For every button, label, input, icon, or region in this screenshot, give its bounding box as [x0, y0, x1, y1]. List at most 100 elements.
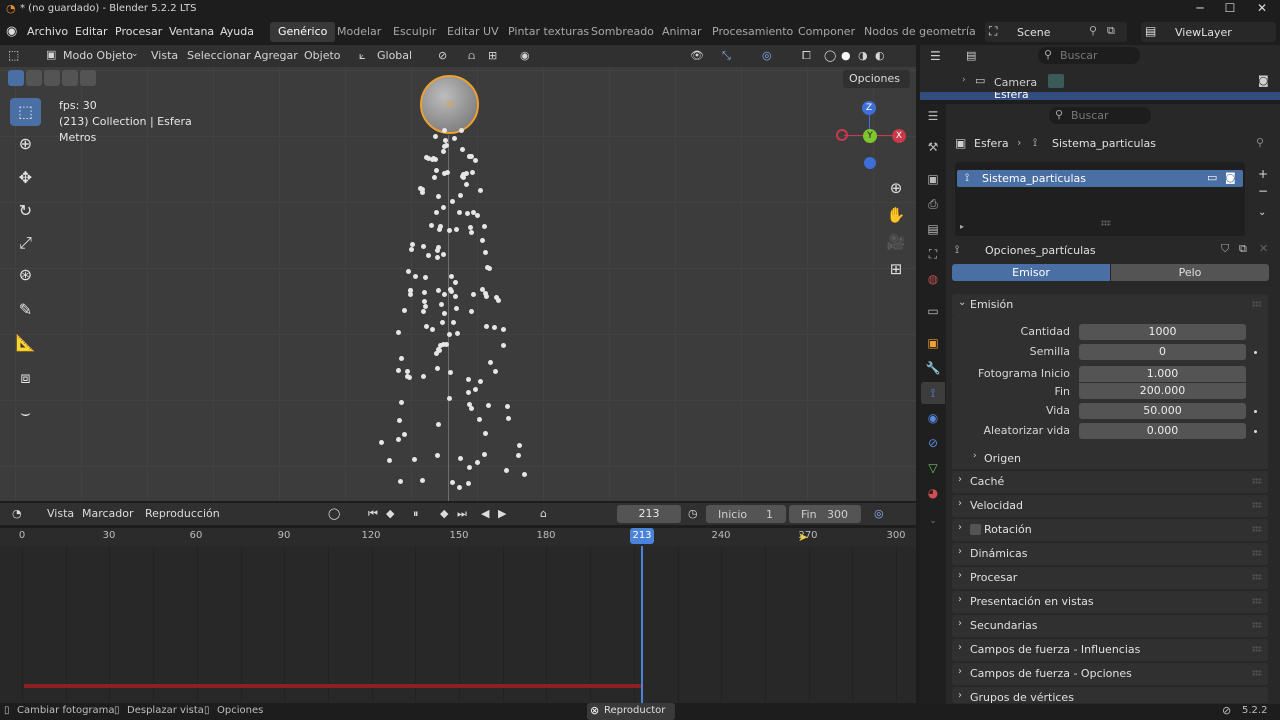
menu-objeto[interactable]: Objeto	[304, 49, 341, 62]
more-tabs-icon[interactable]: ⌄	[924, 512, 942, 530]
panel-emision-header[interactable]: ⌄ Emisión	[952, 294, 1268, 316]
drag-handle-icon[interactable]	[1252, 670, 1262, 676]
neg-x-axis-button[interactable]	[836, 129, 848, 141]
drag-handle-icon[interactable]	[1252, 646, 1262, 652]
tab-nodos-geometria[interactable]: Nodos de geometría	[856, 22, 984, 42]
menu-editar[interactable]: Editar	[75, 25, 108, 38]
cantidad-field[interactable]: 1000	[1079, 324, 1246, 340]
zoom-icon[interactable]: ⊕	[884, 176, 908, 200]
collection-tab-icon[interactable]: ▭	[924, 302, 942, 320]
animate-property-icon[interactable]	[1254, 410, 1257, 413]
frame-end-field[interactable]: 200.000	[1079, 383, 1246, 399]
particle-settings-icon[interactable]: ⟟	[955, 243, 959, 257]
current-frame-field[interactable]: 213	[617, 505, 681, 523]
timeline-body[interactable]	[0, 546, 916, 704]
sphere-object[interactable]	[420, 75, 479, 134]
drag-handle-icon[interactable]	[1252, 502, 1262, 508]
scene-selector[interactable]: ⛶ Scene ⚲ ⧉	[985, 22, 1127, 42]
list-menu-icon[interactable]: ⌄	[1258, 207, 1266, 218]
panel-grupos-vertices-header[interactable]: › Grupos de vértices	[952, 687, 1268, 703]
tab-componer[interactable]: Componer	[790, 22, 863, 42]
timeline-editor-icon[interactable]: ◔	[12, 507, 22, 520]
cancel-icon[interactable]: ⊗	[590, 704, 599, 717]
step-forward-icon[interactable]: ▶	[498, 507, 506, 520]
jump-keyframe-back-icon[interactable]: ◆	[386, 507, 394, 520]
options-dropdown[interactable]: Opciones	[843, 70, 910, 88]
close-icon[interactable]: ✕	[1247, 1, 1277, 18]
panel-rotacion-header[interactable]: › Rotación	[952, 519, 1268, 541]
playback-report[interactable]: ⊗ Reproductor ...	[587, 703, 675, 720]
properties-search[interactable]: ⚲ Buscar	[1049, 107, 1151, 124]
outliner-row[interactable]: › ▭ Camera ◙	[920, 73, 1280, 91]
material-tab-icon[interactable]: ◕	[924, 484, 942, 502]
unlink-icon[interactable]: ✕	[1259, 242, 1268, 255]
minimize-icon[interactable]: ─	[1185, 1, 1215, 18]
timeline-overlay-icon[interactable]: ◎	[874, 507, 884, 520]
view-layer-selector[interactable]: ▤ ViewLayer	[1141, 22, 1276, 42]
panel-procesar-header[interactable]: › Procesar	[952, 567, 1268, 589]
tab-procesamiento[interactable]: Procesamiento	[704, 22, 801, 42]
constraints-tab-icon[interactable]: ⊘	[924, 434, 942, 452]
playhead-line[interactable]	[641, 546, 643, 704]
timeline-menu-marcador[interactable]: Marcador	[82, 507, 134, 520]
neg-z-axis-button[interactable]	[864, 157, 876, 169]
tool-tab-icon[interactable]: ⚒	[924, 138, 942, 156]
animate-property-icon[interactable]	[1254, 430, 1257, 433]
snap-icon[interactable]: ⩍	[468, 49, 475, 63]
outliner-editor-icon[interactable]: ☰	[930, 49, 941, 63]
tab-generico[interactable]: Genérico	[270, 22, 336, 42]
expand-icon[interactable]: ▸	[960, 222, 964, 231]
world-tab-icon[interactable]: ◍	[924, 270, 942, 288]
scale-tool[interactable]: ⤢	[10, 229, 41, 257]
menu-vista[interactable]: Vista	[151, 49, 178, 62]
rotation-checkbox[interactable]	[970, 524, 981, 535]
pin-icon[interactable]: ⚲	[1089, 24, 1097, 37]
properties-editor-icon[interactable]: ☰	[924, 107, 942, 125]
select-new-icon[interactable]	[8, 70, 24, 86]
drag-handle-icon[interactable]	[1252, 574, 1262, 580]
record-icon[interactable]: ◯	[328, 507, 340, 520]
particle-system-item[interactable]: ⟟ Sistema_particulas ▭ ◙	[957, 170, 1243, 187]
jump-start-icon[interactable]: ⏮	[368, 507, 378, 521]
menu-seleccionar[interactable]: Seleccionar	[187, 49, 251, 62]
playhead-frame-badge[interactable]: 213	[630, 528, 654, 544]
drag-handle-icon[interactable]	[1252, 598, 1262, 604]
viewport-display-icon[interactable]: ▭	[1207, 171, 1217, 184]
add-icon[interactable]: +	[1258, 167, 1268, 181]
display-mode-icon[interactable]: ▤	[966, 49, 976, 62]
drag-handle-icon[interactable]	[1252, 622, 1262, 628]
overlay-toggle-icon[interactable]: ◎	[762, 49, 772, 62]
jump-keyframe-forward-icon[interactable]: ◆	[440, 507, 448, 520]
gizmo-toggle-icon[interactable]: ⤡	[722, 49, 731, 63]
panel-cache-header[interactable]: › Caché	[952, 471, 1268, 493]
cursor-tool[interactable]: ⊕	[10, 130, 41, 158]
select-subtract-icon[interactable]	[44, 70, 60, 86]
transform-tool[interactable]: ⊛	[10, 261, 41, 289]
camera-view-icon[interactable]: 🎥	[884, 230, 908, 254]
panel-secundarias-header[interactable]: › Secundarias	[952, 615, 1268, 637]
drag-handle-icon[interactable]	[1252, 550, 1262, 556]
timeline-menu-reproduccion[interactable]: Reproducción	[145, 507, 220, 520]
xray-icon[interactable]: ⧠	[802, 49, 811, 63]
mode-selector[interactable]: Modo Objeto	[63, 49, 133, 62]
panel-presentacion-header[interactable]: › Presentación en vistas	[952, 591, 1268, 613]
drag-handle-icon[interactable]	[1252, 301, 1262, 307]
jump-end-icon[interactable]: ⏭	[457, 507, 467, 521]
menu-ayuda[interactable]: Ayuda	[220, 25, 254, 38]
physics-tab-icon[interactable]: ◉	[924, 409, 942, 427]
tab-esculpir[interactable]: Esculpir	[385, 22, 444, 42]
3d-viewport[interactable]: fps: 30 (213) Collection | Esfera Metros…	[0, 45, 916, 501]
subpanel-origen[interactable]: Origen	[984, 452, 1021, 465]
animate-property-icon[interactable]	[1254, 351, 1257, 354]
breadcrumb-object[interactable]: Esfera	[974, 137, 1009, 150]
add-cube-tool[interactable]: ⧈	[10, 364, 41, 392]
particles-tab-icon[interactable]: ⟟	[924, 384, 942, 402]
editor-type-icon[interactable]: ⬚	[8, 48, 19, 62]
panel-dinamicas-header[interactable]: › Dinámicas	[952, 543, 1268, 565]
menu-ventana[interactable]: Ventana	[169, 25, 214, 38]
modifier-tab-icon[interactable]: 🔧	[924, 359, 942, 377]
output-tab-icon[interactable]: ⎙	[924, 195, 942, 213]
pin-icon[interactable]: ⚲	[1256, 136, 1264, 149]
navigation-gizmo[interactable]: Z Y X	[836, 101, 906, 171]
tab-sombreado[interactable]: Sombreado	[583, 22, 662, 42]
